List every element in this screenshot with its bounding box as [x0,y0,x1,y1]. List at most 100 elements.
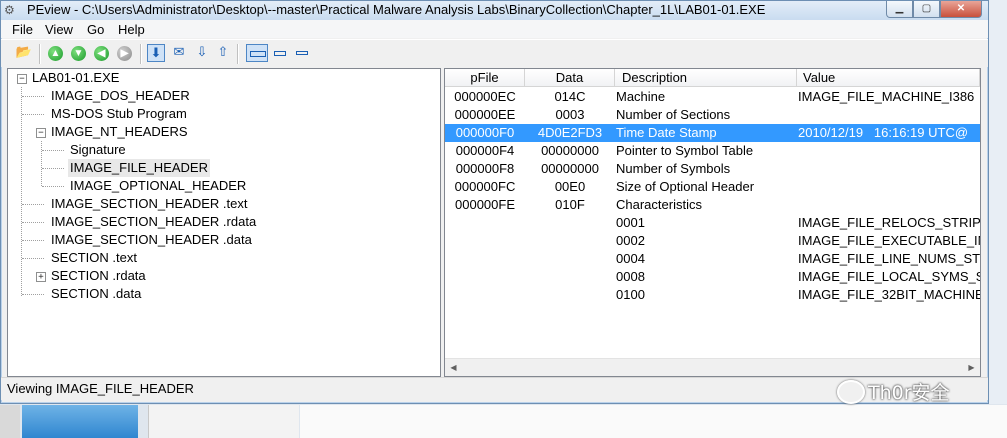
tree-item-label: IMAGE_FILE_HEADER [68,159,210,177]
cell-value: IMAGE_FILE_MACHINE_I386 [798,89,975,104]
column-header-value[interactable]: Value [797,69,980,87]
cell-value: IMAGE_FILE_RELOCS_STRIPPED [798,215,980,230]
tree-item[interactable]: Signature [8,141,438,159]
tree-item[interactable]: MS-DOS Stub Program [8,105,438,123]
tree-item[interactable]: IMAGE_SECTION_HEADER .data [8,231,438,249]
tree-item-label: MS-DOS Stub Program [51,106,187,121]
cell-description: 0100 [616,287,645,302]
arrow-left-glyph: ◀ [97,48,106,59]
desktop-tile [22,405,138,438]
tree-item[interactable]: IMAGE_FILE_HEADER [8,159,438,177]
column-header-pfile[interactable]: pFile [445,69,525,87]
view-up-icon[interactable]: ⇧ [214,44,232,62]
tree-item-label: SECTION .rdata [51,268,146,283]
cell-pfile: 000000EE [454,107,516,122]
tree-item-label: IMAGE_OPTIONAL_HEADER [70,178,247,193]
maximize-button[interactable]: ▢ [913,1,940,18]
cell-value: IMAGE_FILE_32BIT_MACHINE [798,287,980,302]
column-header-data[interactable]: Data [525,69,615,87]
table-row[interactable]: 000000FC 00E0 Size of Optional Header [445,178,980,196]
tree-item[interactable]: SECTION .text [8,249,438,267]
tree-item-label: LAB01-01.EXE [32,70,120,85]
cell-value: IMAGE_FILE_LOCAL_SYMS_STRIPPED [798,269,980,284]
tree-item[interactable]: IMAGE_SECTION_HEADER .rdata [8,213,438,231]
column-header-description[interactable]: Description [615,69,797,87]
width-wide-icon[interactable] [246,44,268,62]
desktop-tile [300,405,1007,438]
open-icon[interactable]: 📂 [15,44,33,62]
arrow-up-glyph: ▲ [50,48,61,59]
collapse-icon[interactable]: − [36,128,46,138]
cell-pfile: 000000F8 [455,161,515,176]
up-icon[interactable]: ▲ [48,46,63,61]
desktop-tile [0,405,20,438]
table-row[interactable]: 0001 IMAGE_FILE_RELOCS_STRIPPED [445,214,980,232]
back-icon[interactable]: ◀ [94,46,109,61]
table-row[interactable]: 000000FE 010F Characteristics [445,196,980,214]
table-row[interactable]: 000000EC 014C Machine IMAGE_FILE_MACHINE… [445,88,980,106]
scroll-right-icon[interactable]: ▶ [963,359,980,376]
table-row-selected[interactable]: 000000F0 4D0E2FD3 Time Date Stamp 2010/1… [445,124,980,142]
cell-pfile: 000000F4 [455,143,515,158]
title-bar[interactable]: ⚙ PEview - C:\Users\Administrator\Deskto… [1,1,988,20]
horizontal-scrollbar[interactable]: ◀ ▶ [445,358,980,376]
tree-connector [22,240,44,241]
cell-description: 0004 [616,251,645,266]
tree-connector [22,222,44,223]
tree-item[interactable]: − IMAGE_NT_HEADERS [8,123,438,141]
tree-item-label: IMAGE_DOS_HEADER [51,88,190,103]
cell-data: 010F [555,197,585,212]
menu-go[interactable]: Go [87,22,104,37]
width-narrow-icon[interactable] [293,44,311,62]
tree-item[interactable]: IMAGE_SECTION_HEADER .text [8,195,438,213]
table-row[interactable]: 000000F8 00000000 Number of Symbols [445,160,980,178]
tree-view[interactable]: − LAB01-01.EXE IMAGE_DOS_HEADER MS-DOS S… [7,68,441,377]
scroll-left-icon[interactable]: ◀ [445,359,462,376]
tree-connector [42,186,64,187]
cell-description: 0001 [616,215,645,230]
width-bar-glyph [250,51,266,57]
table-row[interactable]: 0008 IMAGE_FILE_LOCAL_SYMS_STRIPPED [445,268,980,286]
tree-connector [42,168,64,169]
cell-pfile: 000000EC [454,89,516,104]
view-down-icon[interactable]: ⇩ [193,44,211,62]
table-row[interactable]: 000000F4 00000000 Pointer to Symbol Tabl… [445,142,980,160]
details-list[interactable]: pFile Data Description Value 000000EC 01… [444,68,981,377]
window-controls: ▁ ▢ ✕ [886,1,982,18]
tree-connector [22,258,44,259]
cell-description: Time Date Stamp [616,125,717,140]
tree-item[interactable]: SECTION .data [8,285,438,303]
cell-description: Number of Symbols [616,161,731,176]
menu-view[interactable]: View [45,22,73,37]
width-bar-glyph [274,51,286,56]
view-raw-icon[interactable]: ⬇ [147,44,165,62]
tree-item[interactable]: IMAGE_DOS_HEADER [8,87,438,105]
collapse-icon[interactable]: − [17,74,27,84]
cell-value: IMAGE_FILE_EXECUTABLE_IMAGE [798,233,980,248]
window-title: PEview - C:\Users\Administrator\Desktop\… [27,2,766,17]
table-row[interactable]: 0002 IMAGE_FILE_EXECUTABLE_IMAGE [445,232,980,250]
tree-item[interactable]: + SECTION .rdata [8,267,438,285]
minimize-button[interactable]: ▁ [886,1,913,18]
tree-connector [22,96,44,97]
toolbar-separator [140,44,142,64]
forward-icon[interactable]: ▶ [117,46,132,61]
table-row[interactable]: 000000EE 0003 Number of Sections [445,106,980,124]
table-row[interactable]: 0004 IMAGE_FILE_LINE_NUMS_STRIPPED [445,250,980,268]
cell-description: Machine [616,89,666,104]
expand-icon[interactable]: + [36,272,46,282]
cell-value: 2010/12/19 16:16:19 UTC@ [798,125,969,140]
cell-data: 4D0E2FD3 [537,125,603,140]
width-medium-icon[interactable] [271,44,289,62]
app-icon: ⚙ [4,3,15,17]
close-button[interactable]: ✕ [940,1,982,18]
tree-item[interactable]: IMAGE_OPTIONAL_HEADER [8,177,438,195]
menu-file[interactable]: File [12,22,33,37]
menu-help[interactable]: Help [118,22,145,37]
tree-item[interactable]: − LAB01-01.EXE [8,69,438,87]
view-hex-icon[interactable]: ✉ [170,44,188,62]
table-row[interactable]: 0100 IMAGE_FILE_32BIT_MACHINE [445,286,980,304]
status-text: Viewing IMAGE_FILE_HEADER [7,381,194,396]
toolbar: 📂 ▲ ▼ ◀ ▶ ⬇ ✉ ⇩ ⇧ [1,39,988,67]
down-icon[interactable]: ▼ [71,46,86,61]
